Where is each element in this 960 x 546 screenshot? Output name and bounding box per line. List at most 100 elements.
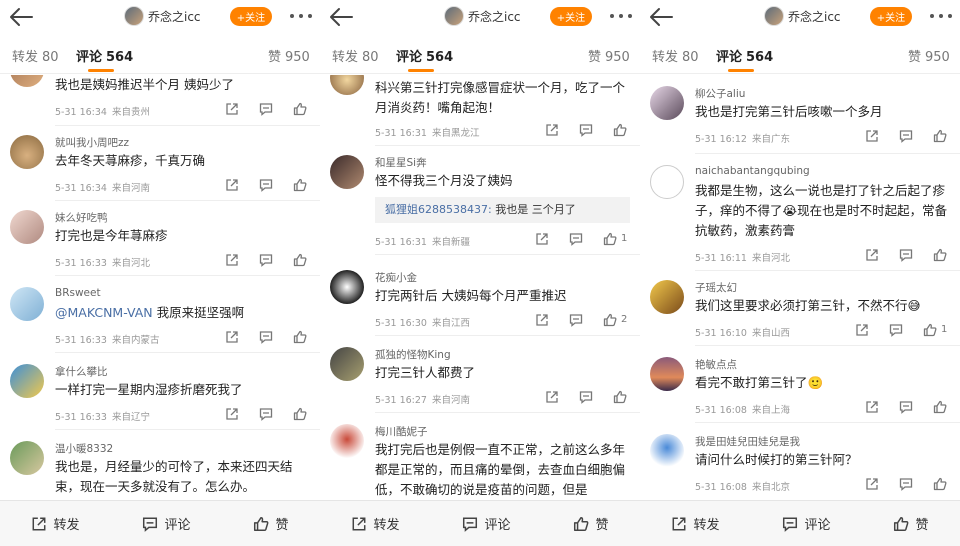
like-icon[interactable] [293, 178, 307, 192]
commenter-name[interactable]: 艳敏点点 [695, 357, 737, 372]
like-icon[interactable] [933, 477, 947, 491]
comment-icon[interactable] [259, 407, 273, 421]
commenter-name[interactable]: BRsweet [55, 287, 101, 299]
comment-button[interactable]: 评论 [142, 514, 191, 533]
commenter-name[interactable]: naichabantangqubing [695, 165, 810, 177]
comment-button[interactable]: 评论 [782, 514, 831, 533]
share-icon[interactable] [225, 178, 239, 192]
like-icon[interactable] [933, 129, 947, 143]
share-icon[interactable] [865, 400, 879, 414]
commenter-name[interactable]: 拿什么攀比 [55, 364, 108, 379]
share-icon[interactable] [545, 390, 559, 404]
avatar[interactable] [10, 287, 44, 321]
comment-icon[interactable] [569, 313, 583, 327]
commenter-name[interactable]: 就叫我小周吧zz [55, 135, 129, 150]
share-icon[interactable] [225, 407, 239, 421]
follow-button[interactable]: +关注 [230, 7, 272, 26]
commenter-name[interactable]: 柳公子aliu [695, 86, 745, 101]
commenter-name[interactable]: 温小暖8332 [55, 441, 113, 456]
share-icon[interactable] [535, 232, 549, 246]
like-icon[interactable] [293, 330, 307, 344]
tab-comments[interactable]: 评论 564 [396, 46, 453, 65]
like-button[interactable]: 赞 [573, 514, 609, 533]
author-avatar[interactable] [444, 6, 464, 26]
avatar[interactable] [650, 434, 684, 468]
share-icon[interactable] [535, 313, 549, 327]
like-icon[interactable] [613, 390, 627, 404]
tab-comments[interactable]: 评论 564 [76, 46, 133, 65]
comment-icon[interactable] [899, 129, 913, 143]
share-icon[interactable] [225, 330, 239, 344]
more-icon[interactable] [930, 8, 952, 24]
like-icon[interactable] [293, 407, 307, 421]
like-icon[interactable] [923, 323, 937, 337]
avatar[interactable] [330, 347, 364, 381]
author-name[interactable]: 乔念之icc [788, 8, 841, 25]
share-icon[interactable] [545, 123, 559, 137]
back-arrow-icon[interactable] [328, 6, 354, 28]
comment-icon[interactable] [899, 400, 913, 414]
avatar[interactable] [330, 424, 364, 458]
comment-icon[interactable] [899, 248, 913, 262]
author-block[interactable]: 乔念之icc [124, 6, 201, 26]
comment-icon[interactable] [259, 253, 273, 267]
quoted-user[interactable]: 狐狸姐6288538437: [385, 203, 492, 216]
commenter-name[interactable]: 我是田娃兒田娃兒是我 [695, 434, 800, 449]
repost-button[interactable]: 转发 [671, 514, 720, 533]
tab-likes[interactable]: 赞 950 [588, 46, 630, 65]
comment-icon[interactable] [259, 178, 273, 192]
share-icon[interactable] [855, 323, 869, 337]
author-block[interactable]: 乔念之icc [444, 6, 521, 26]
back-arrow-icon[interactable] [8, 6, 34, 28]
tab-repost[interactable]: 转发 80 [652, 46, 699, 65]
share-icon[interactable] [225, 253, 239, 267]
commenter-name[interactable]: 和星星Si奔 [375, 155, 427, 170]
avatar[interactable] [650, 357, 684, 391]
comment-button[interactable]: 评论 [462, 514, 511, 533]
like-icon[interactable] [933, 248, 947, 262]
tab-likes[interactable]: 赞 950 [908, 46, 950, 65]
mention-link[interactable]: @MAKCNM-VAN [55, 305, 153, 320]
like-button[interactable]: 赞 [253, 514, 289, 533]
more-icon[interactable] [290, 8, 312, 24]
repost-button[interactable]: 转发 [31, 514, 80, 533]
follow-button[interactable]: +关注 [870, 7, 912, 26]
commenter-name[interactable]: 妹么好吃鸭 [55, 210, 108, 225]
tab-repost[interactable]: 转发 80 [12, 46, 59, 65]
avatar[interactable] [10, 210, 44, 244]
comment-icon[interactable] [259, 330, 273, 344]
like-icon[interactable] [603, 313, 617, 327]
like-icon[interactable] [293, 102, 307, 116]
share-icon[interactable] [865, 477, 879, 491]
commenter-name[interactable]: 花痴小金 [375, 270, 417, 285]
tab-repost[interactable]: 转发 80 [332, 46, 379, 65]
comment-icon[interactable] [259, 102, 273, 116]
author-avatar[interactable] [764, 6, 784, 26]
avatar[interactable] [650, 86, 684, 120]
like-button[interactable]: 赞 [893, 514, 929, 533]
like-icon[interactable] [603, 232, 617, 246]
comment-icon[interactable] [579, 123, 593, 137]
avatar[interactable] [330, 75, 364, 95]
commenter-name[interactable]: 孤独的怪物King [375, 347, 451, 362]
comment-icon[interactable] [889, 323, 903, 337]
tab-comments[interactable]: 评论 564 [716, 46, 773, 65]
comment-icon[interactable] [899, 477, 913, 491]
avatar[interactable] [650, 165, 684, 199]
avatar[interactable] [10, 75, 44, 87]
tab-likes[interactable]: 赞 950 [268, 46, 310, 65]
author-name[interactable]: 乔念之icc [468, 8, 521, 25]
author-name[interactable]: 乔念之icc [148, 8, 201, 25]
repost-button[interactable]: 转发 [351, 514, 400, 533]
comment-icon[interactable] [569, 232, 583, 246]
commenter-name[interactable]: 子瑶太幻 [695, 280, 737, 295]
share-icon[interactable] [865, 248, 879, 262]
avatar[interactable] [330, 155, 364, 189]
like-icon[interactable] [613, 123, 627, 137]
author-block[interactable]: 乔念之icc [764, 6, 841, 26]
avatar[interactable] [10, 135, 44, 169]
more-icon[interactable] [610, 8, 632, 24]
quoted-reply[interactable]: 狐狸姐6288538437: 我也是 三个月了 [375, 197, 630, 223]
like-icon[interactable] [933, 400, 947, 414]
commenter-name[interactable]: 梅川酷妮子 [375, 424, 428, 439]
